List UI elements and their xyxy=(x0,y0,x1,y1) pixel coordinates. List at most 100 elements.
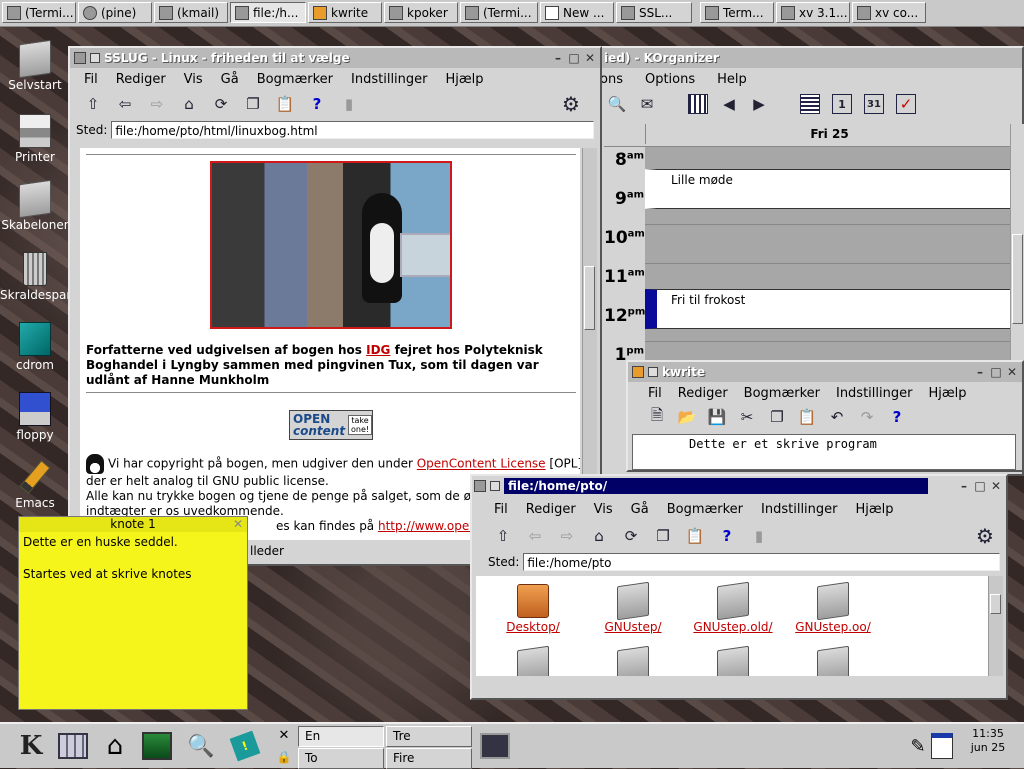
todo-view-icon[interactable]: ✓ xyxy=(896,94,916,114)
pin-icon[interactable] xyxy=(490,481,500,491)
month-view-icon[interactable]: 31 xyxy=(864,94,884,114)
menu-go[interactable]: Gå xyxy=(221,72,239,87)
menu-help[interactable]: Help xyxy=(717,72,747,87)
stop-icon[interactable]: ▮ xyxy=(340,95,358,113)
paste-icon[interactable]: 📋 xyxy=(276,95,295,113)
up-arrow-icon[interactable]: ⇧ xyxy=(494,527,512,545)
terminal-button[interactable] xyxy=(478,729,512,763)
scroll-thumb[interactable] xyxy=(1012,234,1023,324)
taskbar-item-sslug[interactable]: SSL... xyxy=(616,2,692,23)
paste-icon[interactable]: 📋 xyxy=(686,527,705,545)
idg-link[interactable]: IDG xyxy=(366,343,390,357)
back-arrow-icon[interactable]: ⇦ xyxy=(526,527,544,545)
undo-icon[interactable]: ↶ xyxy=(828,408,846,426)
menu-actions[interactable]: ons xyxy=(600,72,623,87)
search-icon[interactable]: 🔍 xyxy=(608,95,627,113)
logout-button[interactable]: ✕ xyxy=(274,726,294,744)
save-icon[interactable]: 💾 xyxy=(708,408,727,426)
forward-arrow-icon[interactable]: ⇨ xyxy=(558,527,576,545)
menu-view[interactable]: Vis xyxy=(594,502,613,517)
maximize-icon[interactable]: □ xyxy=(974,480,986,492)
desktop-icon-templates[interactable]: Skabeloner xyxy=(0,179,70,232)
taskbar-item-new[interactable]: New ... xyxy=(540,2,614,23)
help-icon[interactable]: ? xyxy=(308,95,326,113)
find-files-button[interactable]: 🔍 xyxy=(184,729,218,763)
opencontent-license-link[interactable]: OpenContent License xyxy=(417,457,546,471)
window-menu-icon[interactable] xyxy=(74,52,86,64)
reload-icon[interactable]: ⟳ xyxy=(622,527,640,545)
desktop-icon-emacs[interactable]: Emacs xyxy=(0,460,70,510)
menu-bookmarks[interactable]: Bogmærker xyxy=(667,502,743,517)
desktop-icon-printer[interactable]: Printer xyxy=(0,114,70,164)
file-view-scrollbar[interactable] xyxy=(988,576,1003,676)
menu-file[interactable]: Fil xyxy=(494,502,508,517)
menu-bookmarks[interactable]: Bogmærker xyxy=(744,386,820,401)
taskbar-item-file-manager[interactable]: file:/h... xyxy=(230,2,306,23)
knote-text[interactable]: Dette er en huske seddel. Startes ved at… xyxy=(19,532,247,584)
browser-titlebar[interactable]: SSLUG - Linux - friheden til at vælge – … xyxy=(70,48,600,68)
lock-button[interactable]: 🔒 xyxy=(274,748,294,766)
calendar-event[interactable]: Lille møde xyxy=(645,169,1012,209)
control-center-button[interactable] xyxy=(140,729,174,763)
taskbar-item-kpoker[interactable]: kpoker xyxy=(384,2,458,23)
desktop-icon-cdrom[interactable]: cdrom xyxy=(0,322,70,372)
help-icon[interactable]: ? xyxy=(888,408,906,426)
taskbar-item-terminal-3[interactable]: Term... xyxy=(700,2,774,23)
home-icon[interactable]: ⌂ xyxy=(180,95,198,113)
taskbar-item-kwrite[interactable]: kwrite xyxy=(308,2,382,23)
scroll-thumb[interactable] xyxy=(584,266,595,330)
scroll-thumb[interactable] xyxy=(990,594,1001,614)
stop-icon[interactable]: ▮ xyxy=(750,527,768,545)
taskbar-item-pine[interactable]: (pine) xyxy=(78,2,152,23)
back-arrow-icon[interactable]: ⇦ xyxy=(116,95,134,113)
clipboard-applet[interactable]: ✎ xyxy=(906,729,930,763)
close-icon[interactable]: ✕ xyxy=(584,52,596,64)
reload-icon[interactable]: ⟳ xyxy=(212,95,230,113)
paste-icon[interactable]: 📋 xyxy=(798,408,817,426)
desktop-icon-floppy[interactable]: floppy xyxy=(0,392,70,442)
cut-icon[interactable]: ✂ xyxy=(738,408,756,426)
menu-edit[interactable]: Rediger xyxy=(678,386,728,401)
day-view-icon[interactable]: 1 xyxy=(832,94,852,114)
menu-edit[interactable]: Rediger xyxy=(526,502,576,517)
menu-settings[interactable]: Indstillinger xyxy=(836,386,912,401)
calendar-event[interactable]: Fri til frokost xyxy=(645,289,1012,329)
file-item[interactable] xyxy=(488,645,578,676)
menu-settings[interactable]: Indstillinger xyxy=(761,502,837,517)
kwrite-editor[interactable]: Dette er et skrive program xyxy=(632,434,1016,470)
calendar-applet[interactable] xyxy=(930,729,954,763)
file-item[interactable] xyxy=(688,645,778,676)
menu-help[interactable]: Hjælp xyxy=(928,386,966,401)
copy-icon[interactable]: ❐ xyxy=(244,95,262,113)
up-arrow-icon[interactable]: ⇧ xyxy=(84,95,102,113)
menu-help[interactable]: Hjælp xyxy=(856,502,894,517)
mail-icon[interactable]: ✉ xyxy=(638,95,656,113)
minimize-icon[interactable]: – xyxy=(958,480,970,492)
location-input[interactable]: file:/home/pto/html/linuxbog.html xyxy=(111,121,594,139)
kwrite-titlebar[interactable]: kwrite – □ ✕ xyxy=(628,362,1022,382)
desktop-pager-2[interactable]: To xyxy=(298,748,384,769)
maximize-icon[interactable]: □ xyxy=(568,52,580,64)
menu-bookmarks[interactable]: Bogmærker xyxy=(257,72,333,87)
taskbar-item-terminal-1[interactable]: (Termi... xyxy=(2,2,76,23)
help-button[interactable]: ! xyxy=(228,729,262,763)
maximize-icon[interactable]: □ xyxy=(990,366,1002,378)
minimize-icon[interactable]: – xyxy=(974,366,986,378)
taskbar-item-terminal-2[interactable]: (Termi... xyxy=(460,2,538,23)
file-item-gnustep-oo[interactable]: GNUstep.oo/ xyxy=(788,581,878,634)
taskbar-item-kmail[interactable]: (kmail) xyxy=(154,2,228,23)
menu-file[interactable]: Fil xyxy=(648,386,662,401)
pin-icon[interactable] xyxy=(90,53,100,63)
help-icon[interactable]: ? xyxy=(718,527,736,545)
menu-help[interactable]: Hjælp xyxy=(446,72,484,87)
open-file-icon[interactable]: 📂 xyxy=(678,408,697,426)
home-icon[interactable]: ⌂ xyxy=(590,527,608,545)
forward-arrow-icon[interactable]: ⇨ xyxy=(148,95,166,113)
minimize-icon[interactable]: – xyxy=(552,52,564,64)
desktop-pager-4[interactable]: Fire xyxy=(386,748,472,769)
file-item[interactable] xyxy=(788,645,878,676)
new-file-icon[interactable]: 🗎 xyxy=(648,406,666,426)
desktop-icon-trash[interactable]: Skraldespand xyxy=(0,252,82,302)
close-icon[interactable]: ✕ xyxy=(990,480,1002,492)
knote-titlebar[interactable]: knote 1 ✕ xyxy=(19,517,247,532)
